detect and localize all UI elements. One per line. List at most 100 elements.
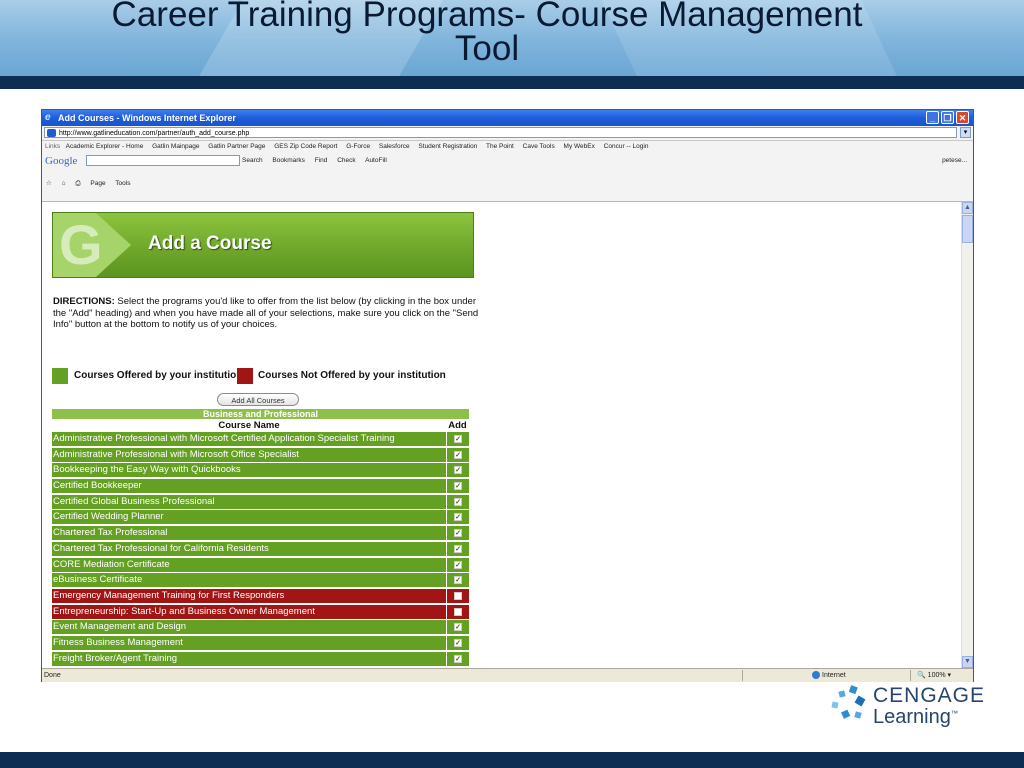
course-name: Emergency Management Training for First …: [53, 589, 285, 601]
page-menu-button[interactable]: Page: [90, 180, 105, 187]
link-item[interactable]: Academic Explorer - Home: [66, 143, 144, 150]
close-button[interactable]: ✕: [956, 111, 969, 124]
link-item[interactable]: Gatlin Partner Page: [208, 143, 265, 150]
course-row: Administrative Professional with Microso…: [52, 447, 469, 462]
legend-not-offered-label: Courses Not Offered by your institution: [258, 370, 446, 381]
scrollbar-thumb[interactable]: [962, 215, 973, 243]
add-header: Add: [448, 420, 467, 431]
link-item[interactable]: Gatlin Mainpage: [152, 143, 199, 150]
scroll-up-arrow-icon[interactable]: ▲: [962, 202, 973, 214]
add-course-checkbox[interactable]: ✓: [454, 638, 462, 647]
scroll-down-arrow-icon[interactable]: ▼: [962, 656, 973, 668]
maximize-button[interactable]: ❐: [941, 111, 954, 124]
google-toolbar-items: Search Bookmarks Find Check AutoFill: [242, 153, 395, 169]
course-name: Freight Broker/Agent Training: [53, 652, 178, 664]
link-item[interactable]: Concur -- Login: [604, 143, 649, 150]
course-row: Emergency Management Training for First …: [52, 588, 469, 603]
directions-text: DIRECTIONS: Select the programs you'd li…: [53, 296, 483, 331]
directions-body: Select the programs you'd like to offer …: [53, 296, 479, 330]
add-course-checkbox[interactable]: ✓: [454, 654, 462, 663]
link-item[interactable]: My WebEx: [564, 143, 595, 150]
course-name: Certified Bookkeeper: [53, 480, 142, 492]
add-course-checkbox[interactable]: ✓: [454, 513, 462, 522]
add-all-courses-button[interactable]: Add All Courses: [217, 393, 299, 406]
zone-label: Internet: [822, 672, 846, 679]
add-cell: [446, 604, 469, 619]
tools-menu-button[interactable]: Tools: [115, 180, 130, 187]
window-titlebar: e Add Courses - Windows Internet Explore…: [42, 110, 973, 126]
course-name: Entrepreneurship: Start-Up and Business …: [53, 605, 315, 617]
status-bar: Done Internet 🔍 100% ▾: [42, 668, 973, 682]
address-input[interactable]: http://www.gatlineducation.com/partner/a…: [44, 127, 957, 138]
google-autofill-button[interactable]: AutoFill: [365, 157, 387, 164]
course-name: Fitness Business Management: [53, 636, 183, 648]
add-cell: ✓: [446, 651, 469, 666]
add-course-checkbox[interactable]: ✓: [454, 623, 462, 632]
directions-label: DIRECTIONS:: [53, 296, 115, 307]
favorites-star-icon[interactable]: ☆: [46, 180, 52, 187]
google-bookmarks-button[interactable]: Bookmarks: [272, 157, 305, 164]
status-divider: [910, 670, 911, 681]
banner-title: Add a Course: [148, 233, 272, 254]
category-header: Business and Professional: [52, 409, 469, 419]
add-course-checkbox[interactable]: ✓: [454, 529, 462, 538]
links-label: Links: [45, 143, 61, 150]
logo-text-cengage: CENGAGE: [873, 684, 986, 707]
slide-header: Career Training Programs- Course Managem…: [0, 0, 1024, 76]
link-item[interactable]: GES Zip Code Report: [274, 143, 337, 150]
google-toolbar: Google Search Bookmarks Find Check AutoF…: [42, 153, 973, 169]
status-text: Done: [44, 672, 61, 679]
add-course-checkbox[interactable]: ✓: [454, 435, 462, 443]
course-row: Entrepreneurship: Start-Up and Business …: [52, 604, 469, 619]
legend-offered-label: Courses Offered by your institution: [74, 370, 243, 381]
link-item[interactable]: The Point: [486, 143, 514, 150]
print-icon[interactable]: ⎙: [75, 180, 80, 187]
course-table: Business and Professional Course Name Ad…: [52, 409, 469, 667]
course-rows: Administrative Professional with Microso…: [52, 432, 469, 666]
footer-bar: [0, 752, 1024, 768]
google-logo: Google: [45, 155, 78, 167]
add-course-checkbox[interactable]: ✓: [454, 482, 462, 491]
google-check-button[interactable]: Check: [337, 157, 355, 164]
add-cell: [446, 588, 469, 603]
link-item[interactable]: G-Force: [346, 143, 370, 150]
address-dropdown-button[interactable]: ▾: [960, 127, 971, 138]
add-course-checkbox[interactable]: ✓: [454, 497, 462, 506]
add-course-checkbox[interactable]: ✓: [454, 560, 462, 569]
ie-logo-icon: e: [45, 112, 51, 123]
course-name: CORE Mediation Certificate: [53, 558, 170, 570]
link-item[interactable]: Cave Tools: [523, 143, 555, 150]
add-course-checkbox[interactable]: [454, 607, 462, 616]
add-course-checkbox[interactable]: ✓: [454, 466, 462, 475]
course-name: Bookkeeping the Easy Way with Quickbooks: [53, 464, 241, 476]
course-row: Fitness Business Management ✓: [52, 635, 469, 650]
cengage-logo-mark-icon: [831, 685, 866, 719]
slide-title-line1: Career Training Programs- Course Managem…: [111, 0, 863, 34]
header-divider-bar: [0, 76, 1024, 89]
add-course-checkbox[interactable]: [454, 591, 462, 600]
google-search-input[interactable]: [86, 155, 240, 166]
link-item[interactable]: Student Registration: [418, 143, 477, 150]
add-course-banner: G Add a Course: [52, 212, 474, 278]
home-icon[interactable]: ⌂: [62, 180, 66, 187]
google-find-button[interactable]: Find: [315, 157, 328, 164]
add-course-checkbox[interactable]: ✓: [454, 450, 462, 459]
globe-icon: [812, 671, 820, 680]
add-cell: ✓: [446, 541, 469, 556]
minimize-button[interactable]: _: [926, 111, 939, 124]
add-course-checkbox[interactable]: ✓: [454, 544, 462, 553]
add-cell: ✓: [446, 463, 469, 478]
course-name-header: Course Name: [218, 420, 280, 431]
add-course-checkbox[interactable]: ✓: [454, 576, 462, 585]
address-url: http://www.gatlineducation.com/partner/a…: [59, 130, 250, 137]
course-name: Chartered Tax Professional: [53, 527, 168, 539]
zoom-level[interactable]: 🔍 100% ▾: [917, 669, 951, 682]
google-search-button[interactable]: Search: [242, 157, 263, 164]
google-user-button[interactable]: petese...: [942, 153, 967, 169]
add-cell: ✓: [446, 510, 469, 525]
window-title: Add Courses - Windows Internet Explorer: [58, 113, 236, 123]
vertical-scrollbar[interactable]: ▲ ▼: [961, 202, 973, 668]
course-row: Certified Wedding Planner ✓: [52, 510, 469, 525]
link-item[interactable]: Salesforce: [379, 143, 410, 150]
course-name: Chartered Tax Professional for Californi…: [53, 542, 269, 554]
